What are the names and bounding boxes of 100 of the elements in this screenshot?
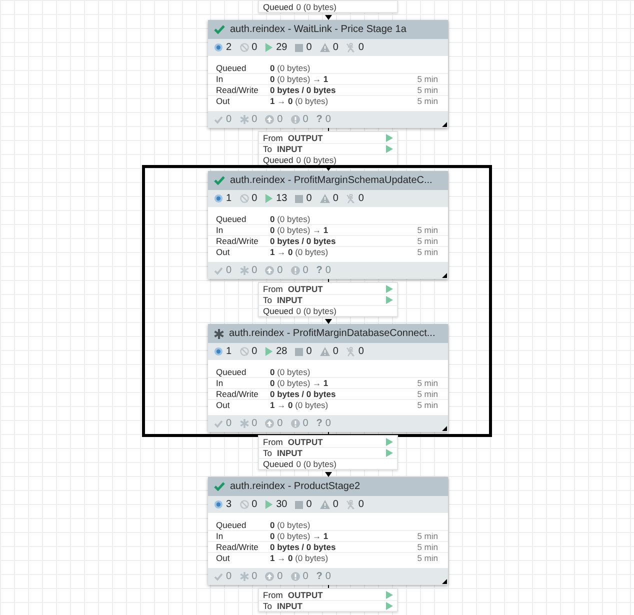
queued-value: 0 (0 bytes): [296, 2, 336, 12]
connection-label: From: [263, 590, 283, 600]
connection-label: From: [263, 284, 283, 294]
process-group[interactable]: auth.reindex - ProfitMarginSchemaUpdateC... 1 0 13 0 0 0 Queued 0 (0 bytes) In 0 (0 bytes) → 1 5 min Read/Write 0 bytes / 0 bytes 5 min Out 1 → 0 (0 bytes) 5 min 0 0 0 0 ? 0: [208, 171, 448, 279]
count: 0: [226, 418, 232, 429]
count: 0: [252, 193, 258, 204]
stat-label: Queued: [216, 520, 248, 530]
count: 0: [252, 571, 258, 582]
stat-value: 0 (0 bytes) → 1: [270, 531, 330, 541]
stat-label: Out: [216, 247, 231, 257]
connection-label: From: [263, 132, 283, 142]
question-icon: ?: [316, 418, 322, 429]
disabled-icon: [346, 42, 356, 52]
connection-label: To: [263, 144, 272, 154]
stat-value: 1 → 0 (0 bytes): [270, 400, 330, 410]
connection-label: To: [263, 448, 272, 458]
count: 0: [325, 571, 331, 582]
play-icon: [265, 500, 274, 509]
port-name: OUTPUT: [288, 284, 323, 294]
question-icon: ?: [316, 114, 322, 125]
connection-label-box[interactable]: From OUTPUT To INPUT Queued 0 (0 bytes): [258, 131, 398, 166]
stat-label: Queued: [216, 366, 248, 376]
count: 0: [332, 346, 338, 357]
warning-icon: [320, 194, 330, 203]
port-name: INPUT: [276, 144, 302, 154]
exclamation-circle-icon: [290, 419, 300, 428]
stat-label: Read/Write: [216, 236, 260, 246]
not-transmitting-icon: [240, 194, 249, 203]
stat-label: Queued: [216, 214, 248, 224]
count: 0: [252, 114, 258, 125]
asterisk-icon: [240, 115, 249, 124]
port-name: INPUT: [276, 601, 302, 611]
stat-label: In: [216, 378, 224, 388]
process-group[interactable]: auth.reindex - ProductStage2 3 0 30 0 0 0 Queued 0 (0 bytes) In 0 (0 bytes) → 1 5 min Read/Write 0 bytes / 0 bytes 5 min Out 1 → 0 (0 bytes) 5 min 0 0 0 0 ? 0: [208, 477, 448, 585]
warning-icon: [320, 500, 330, 509]
time-window: 5 min: [417, 553, 438, 563]
stat-value: 0 (0 bytes): [270, 214, 312, 224]
transmitting-icon: [214, 194, 223, 203]
count: 28: [276, 346, 288, 357]
count: 0: [325, 418, 331, 429]
count: 0: [226, 265, 232, 276]
stop-icon: [295, 500, 304, 508]
count: 3: [226, 499, 232, 510]
asterisk-icon: [240, 572, 249, 581]
group-title: auth.reindex - ProfitMarginSchemaUpdateC...: [230, 175, 432, 186]
stat-value: 0 (0 bytes): [270, 62, 312, 72]
time-window: 5 min: [417, 74, 438, 84]
process-group[interactable]: auth.reindex - ProfitMarginDatabaseConnect... 1 0 28 0 0 0 Queued 0 (0 bytes) In 0 (0 bytes) → 1 5 min Read/Write 0 bytes / 0 bytes 5 min Out 1 → 0 (0 bytes) 5 min 0 0 0 0 ? 0: [208, 324, 448, 432]
count: 0: [252, 418, 258, 429]
resize-handle-icon[interactable]: [442, 426, 447, 431]
count: 13: [276, 193, 288, 204]
check-icon: [214, 176, 225, 185]
stat-label: In: [216, 225, 224, 235]
connection-label-box[interactable]: From OUTPUT To INPUT: [258, 588, 398, 612]
stat-label: Queued: [216, 62, 248, 72]
question-icon: ?: [316, 571, 322, 582]
not-transmitting-icon: [240, 43, 249, 52]
stat-value: 0 (0 bytes) → 1: [270, 225, 330, 235]
warning-icon: [320, 43, 330, 52]
group-title: auth.reindex - ProfitMarginDatabaseConnect...: [229, 328, 436, 339]
port-name: OUTPUT: [288, 590, 323, 600]
stat-value: 0 bytes / 0 bytes: [270, 236, 337, 246]
stat-value: 1 → 0 (0 bytes): [270, 247, 330, 257]
transmitting-icon: [214, 347, 223, 356]
stat-value: 0 (0 bytes): [270, 366, 312, 376]
count: 0: [252, 265, 258, 276]
resize-handle-icon[interactable]: [442, 579, 447, 584]
group-title: auth.reindex - WaitLink - Price Stage 1a: [230, 24, 406, 35]
count: 0: [306, 193, 312, 204]
stat-value: 0 (0 bytes) → 1: [270, 378, 330, 388]
time-window: 5 min: [417, 96, 438, 106]
count: 0: [358, 193, 364, 204]
count: 0: [252, 499, 258, 510]
stat-label: Out: [216, 96, 231, 106]
up-arrow-circle-icon: [265, 572, 274, 581]
port-name: INPUT: [276, 448, 302, 458]
stat-label: Read/Write: [216, 389, 260, 399]
count: 0: [325, 265, 331, 276]
time-window: 5 min: [417, 542, 438, 552]
process-group[interactable]: auth.reindex - WaitLink - Price Stage 1a 2 0 29 0 0 0 Queued 0 (0 bytes) In 0 (0 bytes) → 1 5 min Read/Write 0 bytes / 0 bytes 5 min Out 1 → 0 (0 bytes) 5 min 0 0 0 0 ? 0: [208, 20, 448, 128]
stop-icon: [295, 44, 304, 52]
connection-label: From: [263, 436, 283, 446]
play-icon: [265, 347, 274, 356]
resize-handle-icon[interactable]: [442, 122, 447, 127]
not-transmitting-icon: [240, 500, 249, 509]
port-name: OUTPUT: [288, 132, 323, 142]
count: 0: [252, 346, 258, 357]
connection-label-box[interactable]: Queued 0 (0 bytes): [258, 0, 398, 13]
question-icon: ?: [316, 265, 322, 276]
count: 0: [332, 499, 338, 510]
stat-value: 0 bytes / 0 bytes: [270, 389, 337, 399]
queued-label: Queued: [263, 155, 294, 165]
connection-label-box[interactable]: From OUTPUT To INPUT Queued 0 (0 bytes): [258, 435, 398, 470]
resize-handle-icon[interactable]: [442, 273, 447, 278]
count: 0: [358, 42, 364, 53]
count: 1: [226, 346, 232, 357]
connection-label-box[interactable]: From OUTPUT To INPUT Queued 0 (0 bytes): [258, 282, 398, 317]
time-window: 5 min: [417, 85, 438, 95]
queued-value: 0 (0 bytes): [296, 459, 336, 469]
time-window: 5 min: [417, 225, 438, 235]
